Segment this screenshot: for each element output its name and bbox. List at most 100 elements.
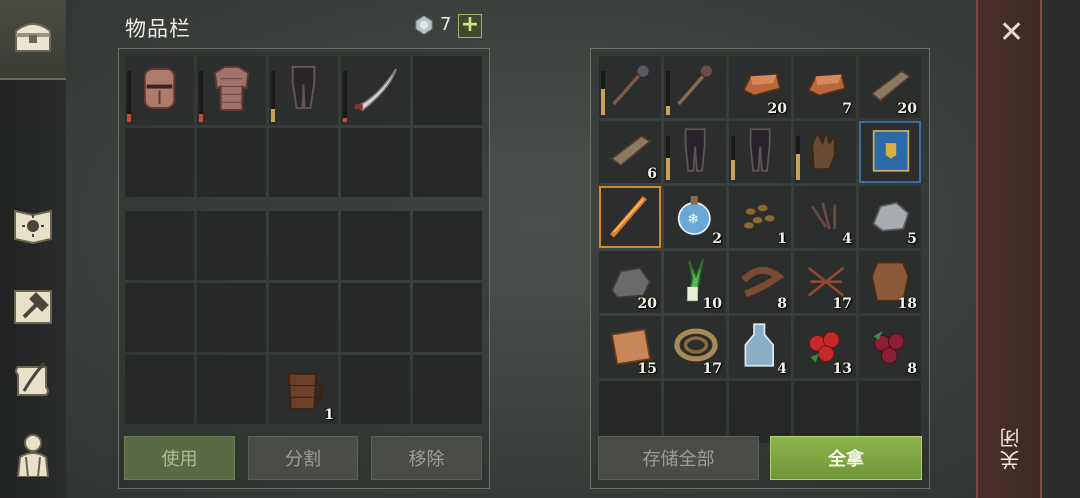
- slot-great-helm[interactable]: [125, 56, 194, 125]
- add-gems-button[interactable]: +: [458, 14, 482, 38]
- durability-bar: [796, 136, 800, 180]
- scroll-quill-icon[interactable]: [9, 356, 57, 404]
- item-count: 17: [832, 296, 852, 312]
- empty-slot[interactable]: [197, 128, 266, 197]
- empty-slot[interactable]: [341, 211, 410, 280]
- empty-slot[interactable]: [413, 211, 482, 280]
- slot-flame-sword[interactable]: [599, 186, 661, 248]
- use-button[interactable]: 使用: [124, 436, 235, 480]
- dark-pants-icon: [749, 128, 771, 172]
- split-button[interactable]: 分割: [248, 436, 358, 480]
- item-count: 1: [324, 407, 334, 423]
- slot-flail-mace[interactable]: [664, 56, 726, 118]
- craft-hammer-icon[interactable]: [9, 282, 57, 330]
- empty-slot[interactable]: [859, 381, 921, 443]
- slot-leather-gloves[interactable]: [794, 121, 856, 183]
- slot-leek[interactable]: 10: [664, 251, 726, 313]
- slot-water-bottle[interactable]: 4: [729, 316, 791, 378]
- empty-slot[interactable]: [794, 381, 856, 443]
- slot-copper-ingot[interactable]: 20: [729, 56, 791, 118]
- empty-slot[interactable]: [197, 211, 266, 280]
- slot-dark-pants[interactable]: [664, 121, 726, 183]
- slot-leather-strap[interactable]: 8: [729, 251, 791, 313]
- slot-cloth[interactable]: 15: [599, 316, 661, 378]
- item-count: 20: [637, 296, 657, 312]
- slot-plant-fiber[interactable]: 17: [794, 251, 856, 313]
- empty-slot[interactable]: [664, 381, 726, 443]
- dark-pants-icon: [684, 128, 706, 172]
- slot-copper-ingot[interactable]: 7: [794, 56, 856, 118]
- item-count: 8: [777, 296, 787, 312]
- slot-iron-ore[interactable]: 5: [859, 186, 921, 248]
- close-panel[interactable]: [976, 0, 1042, 498]
- durability-bar: [601, 71, 605, 115]
- slot-spiked-mace[interactable]: [599, 56, 661, 118]
- chest-icon[interactable]: [9, 12, 57, 60]
- flail-mace-icon: [677, 64, 713, 106]
- slot-dark-berries[interactable]: 8: [859, 316, 921, 378]
- item-count: 17: [702, 361, 722, 377]
- blue-tome-icon: [872, 130, 910, 172]
- empty-slot[interactable]: [341, 128, 410, 197]
- empty-slot[interactable]: [269, 211, 338, 280]
- page-title: 物品栏: [125, 17, 191, 41]
- slot-dark-pants[interactable]: [729, 121, 791, 183]
- scimitar-icon: [354, 68, 397, 112]
- slot-nails[interactable]: 4: [794, 186, 856, 248]
- slot-rope[interactable]: 17: [664, 316, 726, 378]
- empty-slot[interactable]: [599, 381, 661, 443]
- empty-slot[interactable]: [269, 283, 338, 352]
- screen-edge: [1042, 0, 1080, 498]
- character-icon[interactable]: [9, 430, 57, 478]
- empty-slot[interactable]: [125, 283, 194, 352]
- slot-wooden-mug[interactable]: 1: [269, 355, 338, 424]
- slot-chainmail-armor[interactable]: [197, 56, 266, 125]
- empty-slot[interactable]: [413, 56, 482, 125]
- durability-bar: [666, 71, 670, 115]
- empty-slot[interactable]: [413, 283, 482, 352]
- slot-stone[interactable]: 20: [599, 251, 661, 313]
- empty-slot[interactable]: [269, 128, 338, 197]
- slot-blue-tome[interactable]: [859, 121, 921, 183]
- durability-bar: [271, 71, 275, 122]
- item-count: 8: [907, 361, 917, 377]
- slot-wood-plank[interactable]: 20: [859, 56, 921, 118]
- take-all-button[interactable]: 全拿: [770, 436, 922, 480]
- empty-slot[interactable]: [341, 283, 410, 352]
- store-all-button[interactable]: 存储全部: [598, 436, 759, 480]
- empty-slot[interactable]: [125, 128, 194, 197]
- item-count: 7: [842, 101, 852, 117]
- item-count: 1: [777, 231, 787, 247]
- empty-slot[interactable]: [729, 381, 791, 443]
- slot-red-berries[interactable]: 13: [794, 316, 856, 378]
- empty-slot[interactable]: [413, 128, 482, 197]
- slot-animal-hide[interactable]: 18: [859, 251, 921, 313]
- slot-scimitar[interactable]: [341, 56, 410, 125]
- great-helm-icon: [143, 67, 176, 110]
- slot-seeds[interactable]: 1: [729, 186, 791, 248]
- close-label[interactable]: 关闭: [996, 426, 1026, 470]
- close-icon[interactable]: ✕: [999, 18, 1024, 48]
- spiked-mace-icon: [612, 64, 650, 106]
- item-count: 18: [897, 296, 917, 312]
- empty-slot[interactable]: [197, 355, 266, 424]
- gem-count: 7: [440, 14, 452, 35]
- backpack-grid: 1: [125, 211, 482, 424]
- empty-slot[interactable]: [413, 355, 482, 424]
- slot-leather-pants[interactable]: [269, 56, 338, 125]
- durability-bar: [127, 71, 131, 122]
- item-count: 20: [897, 101, 917, 117]
- item-count: 2: [712, 231, 722, 247]
- remove-button[interactable]: 移除: [371, 436, 482, 480]
- durability-bar: [666, 136, 670, 180]
- empty-slot[interactable]: [197, 283, 266, 352]
- empty-slot[interactable]: [125, 355, 194, 424]
- durability-bar: [199, 71, 203, 122]
- slot-wood-plank[interactable]: 6: [599, 121, 661, 183]
- empty-slot[interactable]: [125, 211, 194, 280]
- slot-frost-potion[interactable]: ❄ 2: [664, 186, 726, 248]
- empty-slot[interactable]: [341, 355, 410, 424]
- item-count: 15: [637, 361, 657, 377]
- leather-pants-icon: [291, 65, 316, 110]
- sun-book-icon[interactable]: [9, 200, 57, 248]
